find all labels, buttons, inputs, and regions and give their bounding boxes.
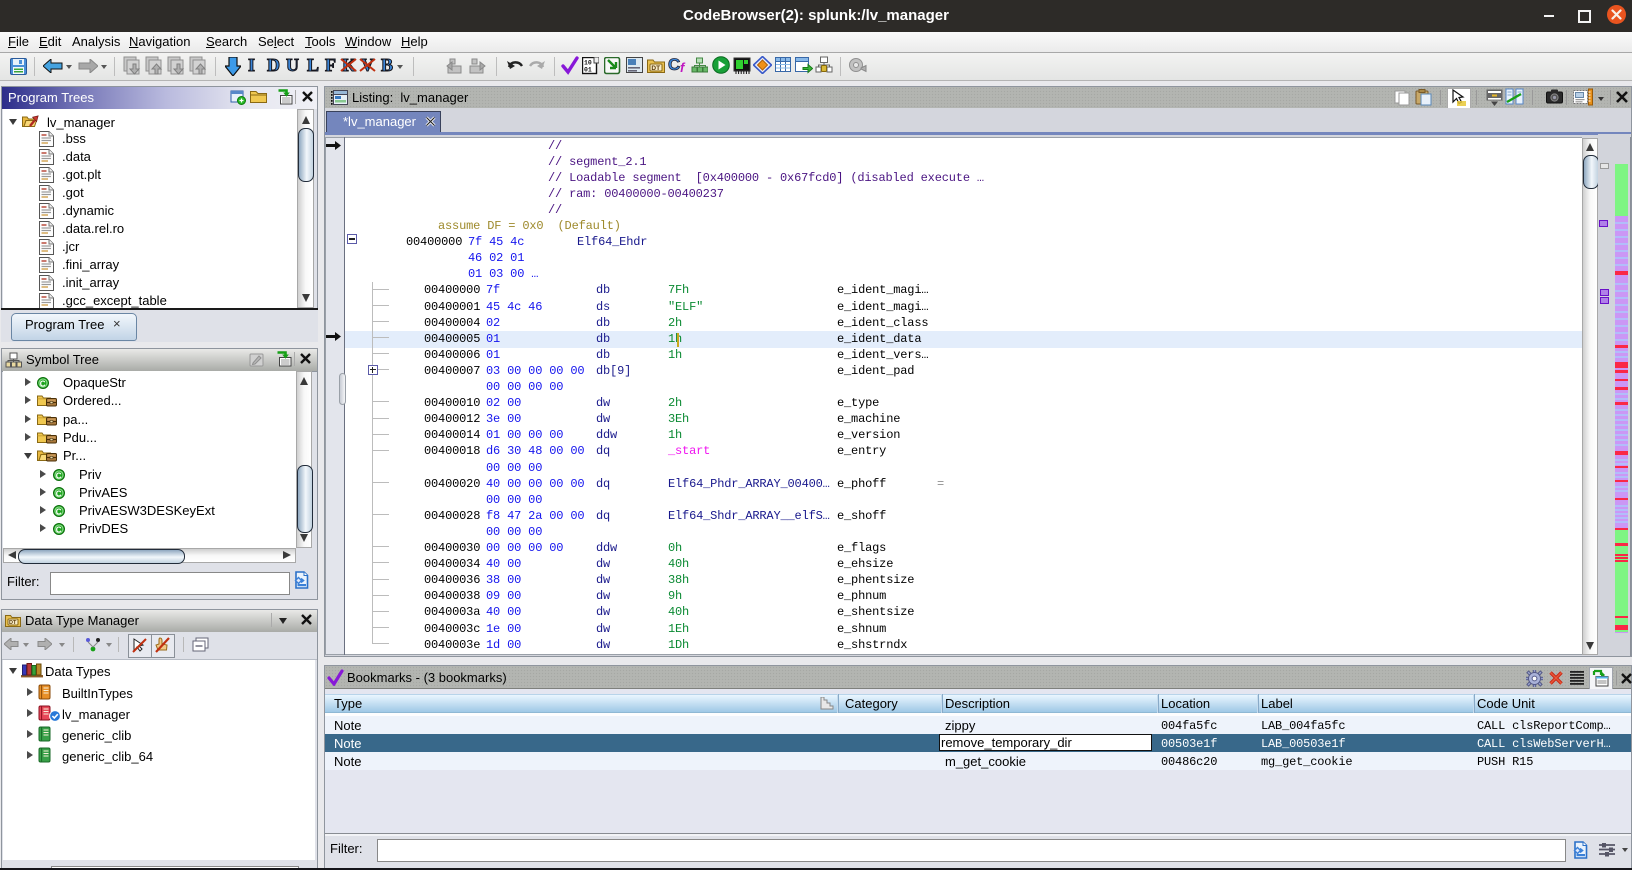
- svg-text:C: C: [56, 526, 62, 535]
- svg-text:10: 10: [584, 60, 592, 67]
- svg-text:01: 01: [584, 67, 592, 74]
- svg-text:DT: DT: [9, 620, 17, 626]
- svg-text:DT: DT: [651, 65, 660, 72]
- svg-text:C: C: [56, 471, 62, 480]
- svg-text:C: C: [40, 379, 46, 388]
- svg-text:C: C: [56, 489, 62, 498]
- svg-text:C: C: [56, 507, 62, 516]
